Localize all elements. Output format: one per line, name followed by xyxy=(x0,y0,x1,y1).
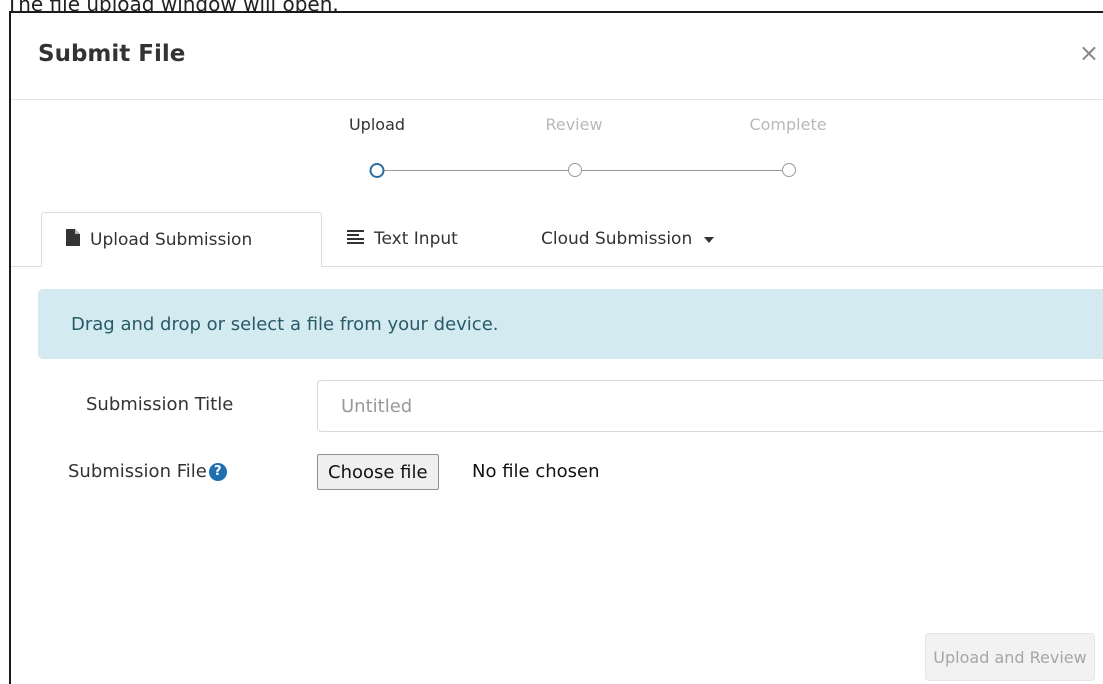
submission-title-label: Submission Title xyxy=(86,394,234,415)
modal-title: Submit File xyxy=(38,41,186,67)
modal-header: Submit File × xyxy=(11,13,1103,100)
file-status-text: No file chosen xyxy=(472,461,600,482)
drag-drop-info[interactable]: Drag and drop or select a file from your… xyxy=(38,289,1103,359)
tab-upload-submission[interactable]: Upload Submission xyxy=(41,212,322,267)
step-complete-label: Complete xyxy=(749,115,827,134)
caret-down-icon xyxy=(704,237,715,243)
align-left-icon xyxy=(347,229,364,249)
tab-cloud-submission[interactable]: Cloud Submission xyxy=(541,212,771,266)
question-circle-icon[interactable]: ? xyxy=(208,463,227,481)
step-upload-dot xyxy=(369,163,385,178)
step-upload-label: Upload xyxy=(348,115,406,134)
info-message: Drag and drop or select a file from your… xyxy=(71,313,499,335)
step-connector xyxy=(383,170,569,171)
submission-file-label: Submission File xyxy=(68,461,207,482)
tab-label: Cloud Submission xyxy=(541,229,693,249)
step-complete-dot xyxy=(782,163,796,177)
submission-title-input[interactable] xyxy=(317,380,1103,432)
step-connector xyxy=(581,170,783,171)
close-icon[interactable]: × xyxy=(1079,41,1099,65)
tab-text-input[interactable]: Text Input xyxy=(347,212,507,266)
file-icon xyxy=(66,228,80,251)
choose-file-button[interactable]: Choose file xyxy=(317,454,439,490)
progress-stepper: Upload Review Complete xyxy=(11,113,1103,193)
tab-label: Upload Submission xyxy=(90,229,253,250)
submission-file-label-group: Submission File? xyxy=(68,461,227,482)
step-review-label: Review xyxy=(545,115,603,134)
submission-tabs: Upload Submission Text Input Cloud Submi… xyxy=(11,212,1103,267)
upload-and-review-button[interactable]: Upload and Review xyxy=(925,633,1095,681)
tab-label: Text Input xyxy=(374,229,458,249)
submit-file-modal: Submit File × Upload Review Complete Upl… xyxy=(9,11,1103,684)
step-review-dot xyxy=(568,163,582,177)
